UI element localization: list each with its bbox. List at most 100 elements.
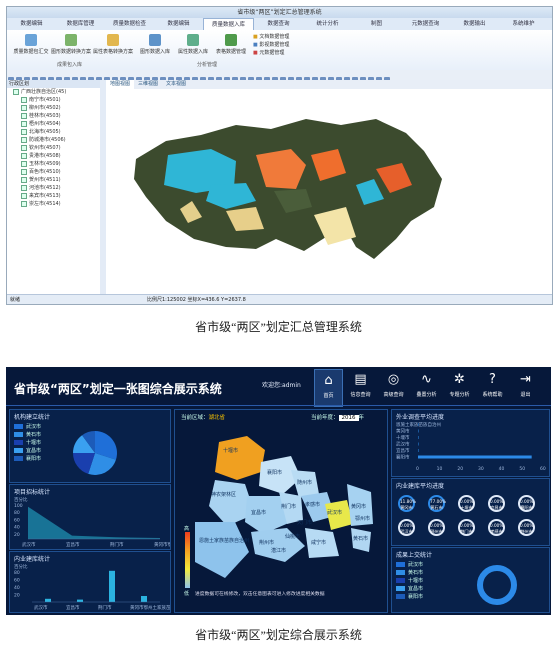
panel-bidding[interactable]: 项目招标统计 百分比10080604020武汉市宜昌市荆门市黄冈市鄂州土家族苗族… xyxy=(9,484,171,550)
progress-ring[interactable]: 0.00% 孝感市 xyxy=(488,519,505,536)
tab-3d-view[interactable]: 三维视图 xyxy=(134,80,162,89)
ribbon-tab[interactable]: 统计分析 xyxy=(303,18,352,30)
ribbon-tab[interactable]: 质量数据检查 xyxy=(105,18,154,30)
ribbon-tab[interactable]: 系统维护 xyxy=(499,18,548,30)
ribbon-btn-table-manage[interactable]: 表格数据管理 xyxy=(211,34,251,55)
metadata-manage-item[interactable]: ■ 元数据管理 xyxy=(253,49,289,57)
checkbox-icon[interactable] xyxy=(21,168,27,175)
ribbon-tab[interactable]: 数据编辑 xyxy=(154,18,203,30)
progress-ring[interactable]: 0.00% 十堰市 xyxy=(458,495,475,512)
ribbon-tab[interactable]: 数据查询 xyxy=(254,18,303,30)
nav-item[interactable]: ⌂ 首页 xyxy=(314,369,343,407)
year-input[interactable]: 2016 xyxy=(338,415,359,421)
checkbox-icon[interactable] xyxy=(21,144,27,151)
panel-field-progress[interactable]: 外业调查平均进度 恩施土家族苗族自治州黄冈市十堰市武汉市宜昌市襄阳市010203… xyxy=(391,409,550,477)
nav-item[interactable]: ∿ 叠置分析 xyxy=(413,369,440,405)
tree-item[interactable]: 玉林市(4509) xyxy=(7,160,100,168)
bar[interactable] xyxy=(141,596,147,602)
nav-item[interactable]: ✲ 专题分析 xyxy=(446,369,473,405)
progress-ring[interactable]: 0.00% 荆门市 xyxy=(458,519,475,536)
tab-text-view[interactable]: 文本视图 xyxy=(162,80,190,89)
video-manage-item[interactable]: ■ 影视数据管理 xyxy=(253,41,289,49)
region-shiyan[interactable] xyxy=(215,436,265,480)
tree-item[interactable]: 南宁市(4501) xyxy=(7,96,100,104)
tree-item[interactable]: 柳州市(4502) xyxy=(7,104,100,112)
ribbon-btn-graphic-import[interactable]: 图形数据入库 xyxy=(135,34,175,55)
bar[interactable] xyxy=(45,598,51,602)
checkbox-icon[interactable] xyxy=(21,136,27,143)
doc-manage-item[interactable]: ■ 文档数据管理 xyxy=(253,33,289,41)
checkbox-icon[interactable] xyxy=(21,152,27,159)
y-tick-label: 十堰市 xyxy=(396,434,410,441)
checkbox-icon[interactable] xyxy=(21,192,27,199)
tree-item[interactable]: 梧州市(4504) xyxy=(7,120,100,128)
checkbox-icon[interactable] xyxy=(21,160,27,167)
progress-ring[interactable]: 0.00% 鄂州市 xyxy=(428,519,445,536)
tree-item[interactable]: 来宾市(4513) xyxy=(7,192,100,200)
ribbon-btn-attr-convert[interactable]: 属性表格转换方案 xyxy=(93,34,133,55)
nav-item[interactable]: ▤ 信息查询 xyxy=(347,369,374,405)
status-bar: 就绪 比例尺1:125002 坐标X=436.6 Y=2637.8 xyxy=(7,294,552,304)
progress-ring[interactable]: 0.00% 宜昌市 xyxy=(488,495,505,512)
hbar[interactable] xyxy=(418,449,419,452)
bar-chart: 百分比80 6040 20 武汉市 宜昌市 荆门市 黄冈市鄂州土家族苗族自治 xyxy=(14,563,170,611)
nav-item[interactable]: ◎ 高级查询 xyxy=(380,369,407,405)
ribbon-tab[interactable]: 数据输出 xyxy=(450,18,499,30)
checkbox-icon[interactable] xyxy=(13,88,19,95)
ribbon-tab[interactable]: 元数据查询 xyxy=(401,18,450,30)
panel-indoor-progress[interactable]: 内业建库平均进度 11.80% 黄冈市 77.00% 黄石市 0.00% 十堰市 0.00%… xyxy=(391,478,550,546)
tab-map-view[interactable]: 地图视图 xyxy=(106,80,135,89)
ribbon-tab[interactable]: 制图 xyxy=(352,18,401,30)
panel-map[interactable]: 当前区域：湖北省 当前年度： 2016 年 十堰市 襄阳市 随州市 神农架林区 宜昌市 荆门市… xyxy=(174,409,388,613)
hbar[interactable] xyxy=(418,436,419,439)
tree-item[interactable]: 崇左市(4514) xyxy=(7,200,100,208)
checkbox-icon[interactable] xyxy=(21,200,27,207)
ribbon-btn-graphic-convert[interactable]: 图形数据转换方案 xyxy=(51,34,91,55)
tree-item[interactable]: 北海市(4505) xyxy=(7,128,100,136)
bar[interactable] xyxy=(109,570,115,602)
area-series[interactable] xyxy=(28,506,160,539)
tree-item[interactable]: 百色市(4510) xyxy=(7,168,100,176)
map-canvas[interactable] xyxy=(106,89,552,294)
hbar[interactable] xyxy=(418,423,419,426)
y-tick-label: 60 xyxy=(14,517,20,523)
nav-label: 系统帮助 xyxy=(482,392,503,398)
checkbox-icon[interactable] xyxy=(21,112,27,119)
progress-ring[interactable]: 0.00% 荆州市 xyxy=(518,519,535,536)
tree-item[interactable]: 贺州市(4511) xyxy=(7,176,100,184)
help-icon: ? xyxy=(489,372,496,387)
nav-item[interactable]: ⇥ 退出 xyxy=(512,369,539,405)
ribbon-tab[interactable]: 数据库管理 xyxy=(56,18,105,30)
progress-ring[interactable]: 77.00% 黄石市 xyxy=(428,495,446,512)
tree-item[interactable]: 河池市(4512) xyxy=(7,184,100,192)
ribbon-tab[interactable]: 质量数据入库 xyxy=(203,18,254,30)
panel-results[interactable]: 成果上交统计 武汉市 黄石市 十堰市 宜昌市 襄阳市 xyxy=(391,547,550,613)
nav-item[interactable]: ? 系统帮助 xyxy=(479,369,506,405)
hbar[interactable] xyxy=(418,455,532,459)
bar[interactable] xyxy=(77,599,83,602)
region-enshi[interactable] xyxy=(195,522,249,578)
panel-indoor[interactable]: 内业建库统计 百分比80604020武汉市宜昌市荆门市黄冈市鄂州土家族苗族自治 xyxy=(9,551,171,613)
progress-ring[interactable]: 0.00% 襄阳市 xyxy=(518,495,535,512)
ribbon-btn-attr-import[interactable]: 属性数据入库 xyxy=(173,34,213,55)
tree-item[interactable]: 贵港市(4508) xyxy=(7,152,100,160)
progress-ring[interactable]: 0.00% 武汉市 xyxy=(398,519,415,536)
checkbox-icon[interactable] xyxy=(21,176,27,183)
hbar[interactable] xyxy=(418,429,419,433)
checkbox-icon[interactable] xyxy=(21,120,27,127)
ribbon-btn-package-submit[interactable]: 质量数据包汇交 xyxy=(11,34,51,55)
hbar[interactable] xyxy=(418,442,419,446)
checkbox-icon[interactable] xyxy=(21,184,27,191)
progress-ring[interactable]: 11.80% 黄冈市 xyxy=(398,495,416,512)
tree-item[interactable]: 防城港市(4506) xyxy=(7,136,100,144)
tree-root[interactable]: 广西壮族自治区(45) xyxy=(7,88,100,96)
panel-org-stats[interactable]: 机构建立统计 武汉市 黄石市 十堰市 宜昌市 襄阳市 xyxy=(9,409,171,483)
checkbox-icon[interactable] xyxy=(21,104,27,111)
x-tick-label: 黄冈市鄂州土家族苗族自治 xyxy=(130,604,170,611)
tree-item[interactable]: 钦州市(4507) xyxy=(7,144,100,152)
checkbox-icon[interactable] xyxy=(21,128,27,135)
checkbox-icon[interactable] xyxy=(21,96,27,103)
ribbon-tab[interactable]: 数据编辑 xyxy=(7,18,56,30)
tree-item[interactable]: 桂林市(4503) xyxy=(7,112,100,120)
region-value[interactable]: 湖北省 xyxy=(209,415,226,421)
